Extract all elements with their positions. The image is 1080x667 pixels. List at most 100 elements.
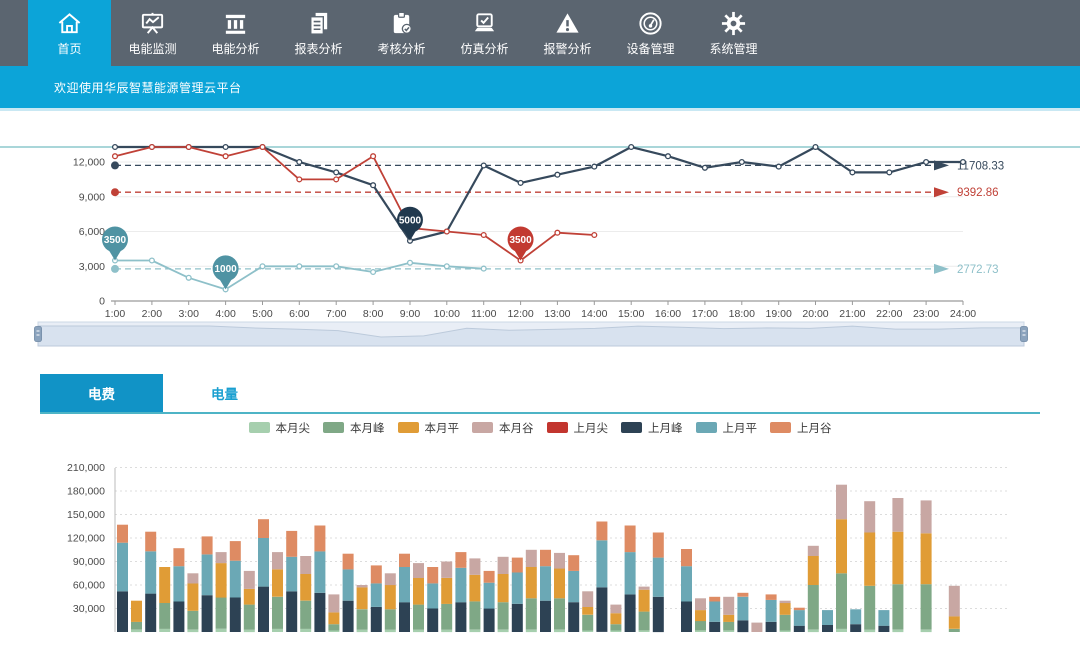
legend-item[interactable]: 本月尖 (249, 420, 311, 436)
bar-segment (766, 622, 777, 632)
bar-segment (300, 601, 311, 629)
bar-segment (639, 590, 650, 612)
bar-segment (794, 610, 805, 626)
y-axis-label: 0 (99, 296, 105, 308)
legend-swatch (472, 422, 493, 433)
bar-segment (596, 522, 607, 541)
legend-item[interactable]: 本月谷 (472, 420, 534, 436)
bar-segment (892, 532, 903, 585)
nav-item-alarm-analysis[interactable]: 报警分析 (526, 0, 609, 66)
data-point (260, 264, 265, 269)
markline-start-dot (111, 188, 119, 196)
legend-item[interactable]: 上月峰 (621, 420, 683, 436)
gear-icon (720, 10, 747, 37)
datazoom-left-handle[interactable] (35, 327, 42, 342)
bar-segment (441, 562, 452, 578)
legend-label: 本月谷 (499, 420, 534, 436)
bar-segment (625, 526, 636, 553)
bar-segment (343, 554, 354, 570)
bar-segment (864, 533, 875, 586)
legend-swatch (323, 422, 344, 433)
data-point (297, 160, 302, 165)
bar-segment (371, 607, 382, 632)
hourly-line-chart: 03,0006,0009,00012,0001:002:003:004:005:… (0, 118, 1080, 358)
nav-item-label: 首页 (57, 40, 81, 57)
datazoom-right-handle[interactable] (1021, 327, 1028, 342)
bar-segment (681, 601, 692, 632)
bar-segment (625, 594, 636, 632)
tab-electricity-quantity[interactable]: 电量 (163, 374, 286, 412)
top-navigation: 首页 电能监测 电能分析 报表分析 (0, 0, 1080, 66)
bar-segment (216, 552, 227, 563)
welcome-divider (0, 108, 1080, 111)
bar-segment (864, 630, 875, 632)
bar-segment (427, 583, 438, 608)
data-point (592, 164, 597, 169)
nav-item-power-analysis[interactable]: 电能分析 (194, 0, 277, 66)
y-axis-label: 3,000 (79, 261, 105, 273)
data-point (961, 160, 966, 165)
legend-label: 本月平 (425, 420, 460, 436)
markpoint-pin: 3500 (102, 226, 128, 260)
svg-text:3500: 3500 (104, 235, 127, 246)
data-point (481, 266, 486, 271)
tab-label: 电费 (88, 383, 115, 403)
data-point (481, 163, 486, 168)
nav-item-simulation-analysis[interactable]: 仿真分析 (443, 0, 526, 66)
x-axis-label: 8:00 (363, 308, 384, 320)
bar-segment (272, 629, 283, 632)
x-axis-label: 3:00 (178, 308, 199, 320)
legend-item[interactable]: 本月平 (398, 420, 460, 436)
bar-segment (159, 603, 170, 629)
legend-label: 上月平 (723, 420, 758, 436)
bar-segment (258, 519, 269, 538)
nav-item-label: 电能监测 (128, 40, 176, 57)
nav-item-assessment-analysis[interactable]: 考核分析 (360, 0, 443, 66)
legend-item[interactable]: 上月尖 (547, 420, 609, 436)
data-point (408, 260, 413, 265)
bar-segment (512, 573, 523, 604)
x-axis-label: 20:00 (802, 308, 828, 320)
bar-segment (187, 611, 198, 630)
tab-electricity-fee[interactable]: 电费 (40, 374, 163, 412)
bar-segment (173, 601, 184, 632)
bar-segment (399, 554, 410, 567)
bar-segment (568, 602, 579, 632)
legend-label: 上月谷 (797, 420, 832, 436)
data-point (444, 264, 449, 269)
x-axis-label: 10:00 (434, 308, 460, 320)
legend-item[interactable]: 上月谷 (770, 420, 832, 436)
y-axis-label: 90,000 (73, 556, 105, 568)
data-point (334, 264, 339, 269)
nav-item-home[interactable]: 首页 (28, 0, 111, 66)
nav-item-device-management[interactable]: 设备管理 (609, 0, 692, 66)
data-point (703, 165, 708, 170)
bar-segment (892, 630, 903, 632)
bar-segment (554, 553, 565, 569)
y-axis-label: 30,000 (73, 603, 105, 615)
data-point (924, 160, 929, 165)
nav-item-power-monitoring[interactable]: 电能监测 (111, 0, 194, 66)
bar-segment (314, 593, 325, 632)
legend-label: 本月峰 (350, 420, 385, 436)
nav-item-label: 报警分析 (543, 40, 591, 57)
nav-item-system-management[interactable]: 系统管理 (692, 0, 775, 66)
bar-segment (512, 558, 523, 573)
bar-segment (498, 574, 509, 602)
x-axis-label: 17:00 (692, 308, 718, 320)
bar-segment (413, 563, 424, 578)
bar-segment (836, 629, 847, 632)
bar-segment (723, 630, 734, 632)
bar-segment (850, 624, 861, 632)
legend-item[interactable]: 本月峰 (323, 420, 385, 436)
legend-item[interactable]: 上月平 (696, 420, 758, 436)
y-axis-label: 180,000 (67, 486, 105, 498)
svg-text:1000: 1000 (214, 264, 237, 275)
bar-segment (850, 609, 861, 624)
average-value-label: 9392.86 (957, 187, 999, 199)
x-axis-label: 19:00 (766, 308, 792, 320)
nav-item-report-analysis[interactable]: 报表分析 (277, 0, 360, 66)
bar-segment (300, 574, 311, 601)
bar-segment (780, 601, 791, 603)
bar-segment (343, 569, 354, 600)
